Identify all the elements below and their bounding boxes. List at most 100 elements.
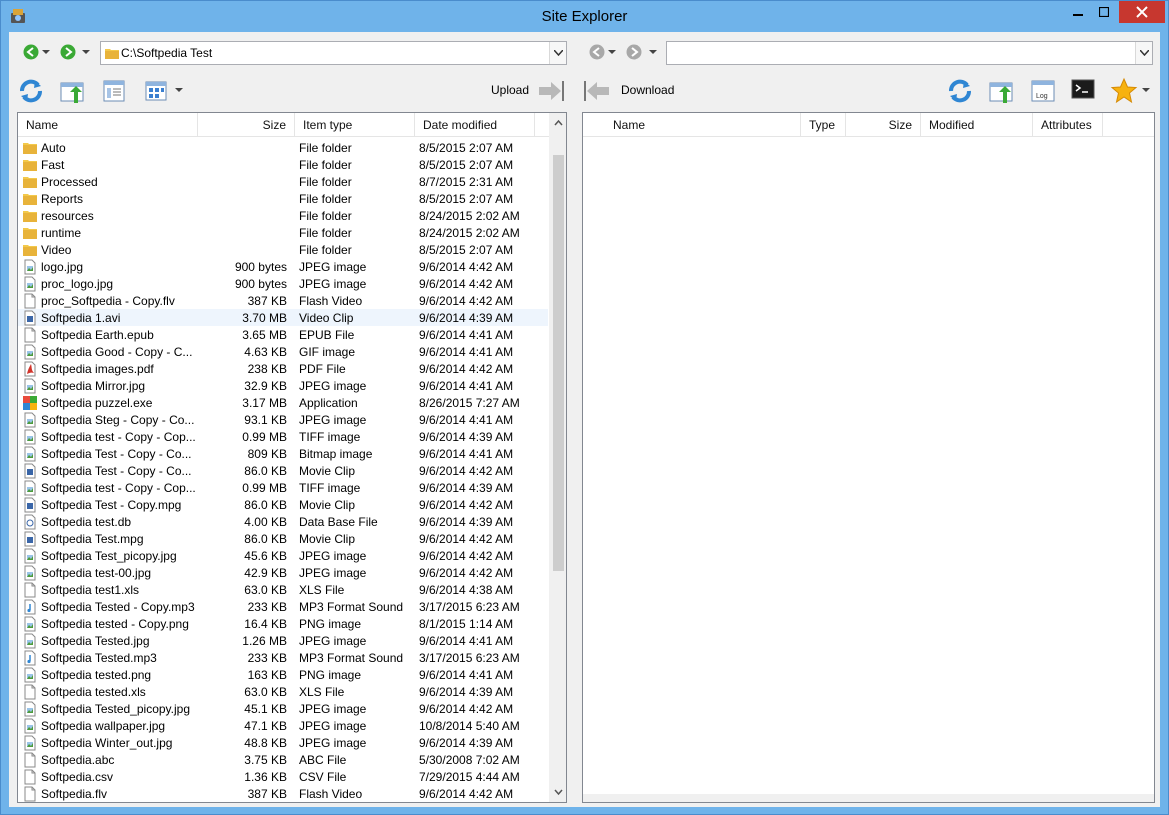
file-row[interactable]: Softpedia Winter_out.jpg 48.8 KB JPEG imag…: [18, 734, 548, 751]
file-row[interactable]: Softpedia Test - Copy.mpg 86.0 KB Movie Cl…: [18, 496, 548, 513]
remote-column-header-attributes[interactable]: Attributes: [1033, 113, 1103, 137]
file-row[interactable]: Fast File folder 8/5/2015 2:07 AM: [18, 156, 548, 173]
file-date: 9/6/2014 4:42 AM: [419, 294, 514, 308]
file-row[interactable]: Video File folder 8/5/2015 2:07 AM: [18, 241, 548, 258]
file-row[interactable]: resources File folder 8/24/2015 2:02 AM: [18, 207, 548, 224]
column-header-name[interactable]: Name: [18, 113, 198, 137]
remote-back-dropdown-icon[interactable]: [608, 50, 616, 54]
file-row[interactable]: Softpedia Test_picopy.jpg 45.6 KB JPEG ima…: [18, 547, 548, 564]
file-type: File folder: [299, 192, 352, 206]
file-size: 63.0 KB: [244, 583, 287, 597]
file-row[interactable]: Softpedia test.db 4.00 KB Data Base File 9/…: [18, 513, 548, 530]
remote-column-header-size[interactable]: Size: [846, 113, 921, 137]
download-arrow-icon[interactable]: [583, 77, 611, 105]
scroll-up-icon[interactable]: [554, 119, 563, 128]
file-row[interactable]: Softpedia tested.png 163 KB PNG image 9/6/2…: [18, 666, 548, 683]
file-row[interactable]: proc_Softpedia - Copy.flv 387 KB Flash Vid…: [18, 292, 548, 309]
file-row[interactable]: Softpedia Test - Copy - Co... 86.0 KB Movi…: [18, 462, 548, 479]
forward-dropdown-icon[interactable]: [82, 50, 90, 54]
remote-forward-dropdown-icon[interactable]: [649, 50, 657, 54]
file-row[interactable]: Processed File folder 8/7/2015 2:31 AM: [18, 173, 548, 190]
file-row[interactable]: logo.jpg 900 bytes JPEG image 9/6/2014 4:42…: [18, 258, 548, 275]
upload-arrow-icon[interactable]: [537, 77, 565, 105]
details-view-icon[interactable]: [101, 77, 129, 105]
log-icon[interactable]: Log: [1030, 77, 1058, 105]
file-row[interactable]: Softpedia 1.avi 3.70 MB Video Clip 9/6/2014…: [18, 309, 548, 326]
local-vertical-scrollbar[interactable]: [549, 113, 566, 802]
remote-column-header-modified[interactable]: Modified: [921, 113, 1033, 137]
file-row[interactable]: Softpedia tested.xls 63.0 KB XLS File 9/6/2…: [18, 683, 548, 700]
file-row[interactable]: Softpedia Tested - Copy.mp3 233 KB MP3 For…: [18, 598, 548, 615]
left-path-combobox[interactable]: C:\Softpedia Test: [100, 41, 567, 65]
file-row[interactable]: Softpedia Tested.mp3 233 KB MP3 Format Sou…: [18, 649, 548, 666]
file-row[interactable]: Softpedia Good - Copy - C... 4.63 KB GIF i…: [18, 343, 548, 360]
column-header-size[interactable]: Size: [198, 113, 295, 137]
file-size: 32.9 KB: [244, 379, 287, 393]
file-name: Softpedia test.db: [41, 515, 132, 529]
left-path-dropdown-button[interactable]: [549, 42, 566, 64]
back-icon[interactable]: [23, 44, 39, 60]
file-row[interactable]: Softpedia Mirror.jpg 32.9 KB JPEG image 9/6…: [18, 377, 548, 394]
file-row[interactable]: Softpedia.csv 1.36 KB CSV File 7/29/2015 4:…: [18, 768, 548, 785]
remote-refresh-icon[interactable]: [946, 77, 974, 105]
image-icon: [22, 446, 38, 462]
file-row[interactable]: Softpedia Earth.epub 3.65 MB EPUB File 9/6/…: [18, 326, 548, 343]
file-row[interactable]: Softpedia images.pdf 238 KB PDF File 9/6/20…: [18, 360, 548, 377]
file-type: File folder: [299, 175, 352, 189]
upload-button[interactable]: Upload: [491, 83, 529, 97]
close-button[interactable]: [1119, 1, 1165, 23]
file-row[interactable]: Reports File folder 8/5/2015 2:07 AM: [18, 190, 548, 207]
file-type: JPEG image: [299, 277, 367, 291]
forward-icon[interactable]: [60, 44, 76, 60]
file-row[interactable]: proc_logo.jpg 900 bytes JPEG image 9/6/2014…: [18, 275, 548, 292]
star-icon[interactable]: [1110, 77, 1138, 105]
favorites-dropdown-icon[interactable]: [1142, 88, 1150, 92]
file-type: Flash Video: [299, 294, 363, 308]
file-row[interactable]: Softpedia wallpaper.jpg 47.1 KB JPEG image…: [18, 717, 548, 734]
file-type: Movie Clip: [299, 464, 356, 478]
remote-horizontal-scrollbar[interactable]: [583, 794, 1154, 802]
file-row[interactable]: Auto File folder 8/5/2015 2:07 AM: [18, 139, 548, 156]
local-file-list[interactable]: Name Size Item type Date modified Auto Fi…: [17, 112, 567, 803]
view-mode-icon[interactable]: [143, 77, 171, 105]
file-row[interactable]: Softpedia Steg - Copy - Co... 93.1 KB JPEG…: [18, 411, 548, 428]
file-row[interactable]: Softpedia tested - Copy.png 16.4 KB PNG im…: [18, 615, 548, 632]
file-row[interactable]: Softpedia.flv 387 KB Flash Video 9/6/2014 4…: [18, 785, 548, 802]
back-dropdown-icon[interactable]: [42, 50, 50, 54]
terminal-icon[interactable]: [1070, 76, 1098, 104]
file-row[interactable]: Softpedia.abc 3.75 KB ABC File 5/30/2008 7:…: [18, 751, 548, 768]
refresh-icon[interactable]: [17, 77, 45, 105]
remote-forward-icon[interactable]: [626, 44, 642, 60]
right-path-dropdown-button[interactable]: [1135, 42, 1152, 64]
file-row[interactable]: runtime File folder 8/24/2015 2:02 AM: [18, 224, 548, 241]
parent-folder-icon[interactable]: [59, 77, 87, 105]
column-header-date[interactable]: Date modified: [415, 113, 535, 137]
column-header-type[interactable]: Item type: [295, 113, 415, 137]
maximize-button[interactable]: [1091, 1, 1117, 23]
minimize-button[interactable]: [1065, 1, 1091, 23]
local-scroll-thumb[interactable]: [553, 155, 564, 571]
file-row[interactable]: Softpedia Tested_picopy.jpg 45.1 KB JPEG i…: [18, 700, 548, 717]
remote-column-header-name[interactable]: Name: [583, 113, 801, 137]
remote-column-header-type[interactable]: Type: [801, 113, 846, 137]
remote-back-icon[interactable]: [589, 44, 605, 60]
remote-parent-folder-icon[interactable]: [988, 77, 1016, 105]
file-row[interactable]: Softpedia test-00.jpg 42.9 KB JPEG image 9/…: [18, 564, 548, 581]
remote-file-list[interactable]: Name Type Size Modified Attributes: [582, 112, 1155, 803]
file-row[interactable]: Softpedia Tested.jpg 1.26 MB JPEG image 9/6…: [18, 632, 548, 649]
view-mode-dropdown-icon[interactable]: [175, 88, 183, 92]
scroll-down-icon[interactable]: [554, 787, 563, 796]
download-button[interactable]: Download: [621, 83, 674, 97]
title-bar[interactable]: Site Explorer: [1, 1, 1168, 32]
file-type: Movie Clip: [299, 498, 356, 512]
file-row[interactable]: Softpedia Test.mpg 86.0 KB Movie Clip 9/6/2…: [18, 530, 548, 547]
file-row[interactable]: Softpedia test - Copy - Cop... 0.99 MB TIF…: [18, 479, 548, 496]
file-row[interactable]: Softpedia test - Copy - Cop... 0.99 MB TIF…: [18, 428, 548, 445]
right-path-combobox[interactable]: [666, 41, 1153, 65]
file-row[interactable]: Softpedia test1.xls 63.0 KB XLS File 9/6/20…: [18, 581, 548, 598]
file-row[interactable]: Softpedia puzzel.exe 3.17 MB Application 8/…: [18, 394, 548, 411]
file-row[interactable]: Softpedia Test - Copy - Co... 809 KB Bitma…: [18, 445, 548, 462]
file-size: 233 KB: [247, 651, 287, 665]
file-name: Softpedia Mirror.jpg: [41, 379, 146, 393]
file-type: Movie Clip: [299, 532, 356, 546]
